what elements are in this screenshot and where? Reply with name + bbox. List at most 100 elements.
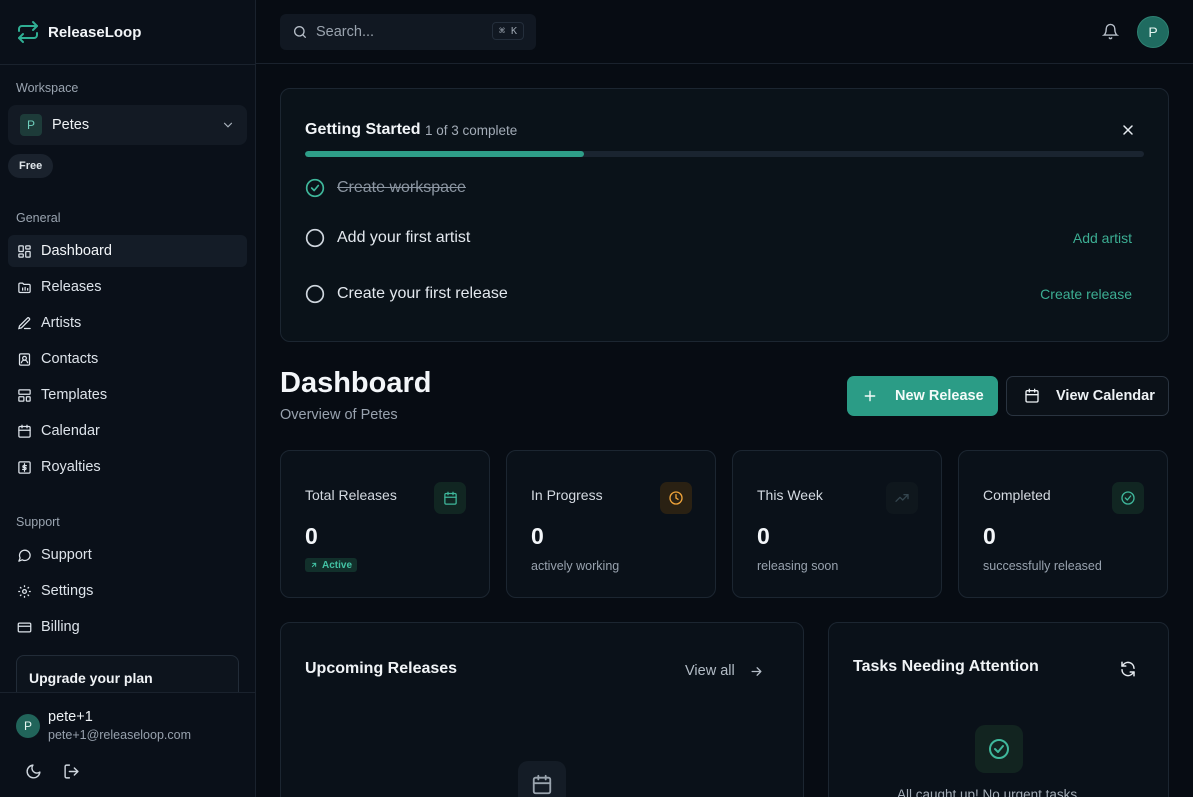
sidebar-item-billing[interactable]: Billing bbox=[8, 611, 247, 643]
bell-icon[interactable] bbox=[1102, 23, 1119, 40]
stat-card-completed: Completed 0 successfully released bbox=[958, 450, 1168, 598]
empty-circle-icon[interactable] bbox=[305, 228, 325, 248]
sidebar-item-artists[interactable]: Artists bbox=[8, 307, 247, 339]
sidebar-item-templates[interactable]: Templates bbox=[8, 379, 247, 411]
search-shortcut: ⌘ K bbox=[491, 22, 524, 40]
page-subtitle: Overview of Petes bbox=[280, 407, 398, 423]
create-release-link[interactable]: Create release bbox=[1040, 286, 1132, 302]
getting-started-title: Getting Started bbox=[305, 121, 421, 138]
brand[interactable]: ReleaseLoop bbox=[0, 0, 255, 65]
sidebar-item-label: Support bbox=[41, 547, 92, 563]
tasks-needing-attention-card: Tasks Needing Attention All caught up! N… bbox=[828, 622, 1169, 797]
support-section-label: Support bbox=[16, 515, 60, 529]
step-create-workspace: Create workspace bbox=[305, 174, 1144, 202]
search-box[interactable]: ⌘ K bbox=[280, 14, 536, 50]
stat-label: Completed bbox=[983, 487, 1051, 503]
upcoming-releases-title: Upcoming Releases bbox=[305, 660, 458, 677]
general-section-label: General bbox=[16, 211, 61, 225]
stat-card-in-progress: In Progress 0 actively working bbox=[506, 450, 716, 598]
view-all-label: View all bbox=[685, 663, 735, 679]
stat-subtext: successfully released bbox=[983, 559, 1102, 573]
credit-card-icon bbox=[17, 620, 32, 635]
step-add-artist: Add your first artist Add artist bbox=[305, 224, 1144, 252]
new-release-button[interactable]: New Release bbox=[847, 376, 998, 416]
user-avatar[interactable]: P bbox=[16, 714, 40, 738]
progress-fill bbox=[305, 151, 585, 157]
empty-circle-icon[interactable] bbox=[305, 284, 325, 304]
sidebar-item-calendar[interactable]: Calendar bbox=[8, 415, 247, 447]
sidebar-item-label: Templates bbox=[41, 387, 108, 403]
getting-started-progress-bar bbox=[305, 151, 1144, 157]
clock-icon bbox=[660, 482, 692, 514]
stat-card-total-releases: Total Releases 0 Active bbox=[280, 450, 490, 598]
plan-badge: Free bbox=[8, 154, 54, 178]
logout-icon[interactable] bbox=[63, 763, 81, 781]
trending-up-icon bbox=[886, 482, 918, 514]
sidebar-item-settings[interactable]: Settings bbox=[8, 575, 247, 607]
gear-icon bbox=[17, 584, 32, 599]
new-release-label: New Release bbox=[895, 388, 984, 404]
sidebar-item-label: Contacts bbox=[41, 351, 99, 367]
search-input[interactable] bbox=[316, 24, 476, 40]
user-avatar-button[interactable]: P bbox=[1137, 16, 1169, 48]
stat-subtext: releasing soon bbox=[757, 559, 839, 573]
moon-icon[interactable] bbox=[25, 763, 43, 781]
add-artist-link[interactable]: Add artist bbox=[1073, 230, 1132, 246]
stat-label: Total Releases bbox=[305, 487, 397, 503]
sidebar-item-label: Artists bbox=[41, 315, 82, 331]
artists-icon bbox=[17, 316, 32, 331]
step-label: Add your first artist bbox=[337, 229, 471, 246]
check-circle-icon bbox=[305, 178, 325, 198]
calendar-icon bbox=[434, 482, 466, 514]
user-profile: P pete+1 pete+1@releaseloop.com bbox=[0, 692, 255, 797]
sidebar-item-contacts[interactable]: Contacts bbox=[8, 343, 247, 375]
upcoming-releases-card: Upcoming Releases View all bbox=[280, 622, 804, 797]
brand-name: ReleaseLoop bbox=[48, 23, 142, 41]
plus-icon bbox=[863, 389, 877, 403]
page-title: Dashboard bbox=[280, 367, 432, 399]
sidebar-item-label: Calendar bbox=[41, 423, 100, 439]
sidebar-item-label: Billing bbox=[41, 619, 80, 635]
check-circle-icon bbox=[1112, 482, 1144, 514]
view-all-link[interactable]: View all bbox=[685, 663, 764, 679]
chevron-down-icon bbox=[221, 118, 235, 132]
refresh-icon[interactable] bbox=[1119, 660, 1137, 678]
workspace-avatar: P bbox=[20, 114, 42, 136]
close-icon[interactable] bbox=[1120, 122, 1136, 138]
getting-started-card: Getting Started 1 of 3 complete Create w… bbox=[280, 88, 1169, 342]
stat-value: 0 bbox=[531, 523, 544, 549]
calendar-icon bbox=[518, 761, 566, 797]
search-icon bbox=[292, 24, 308, 40]
calendar-icon bbox=[1024, 388, 1040, 404]
sidebar-item-support[interactable]: Support bbox=[8, 539, 247, 571]
royalties-icon bbox=[17, 460, 32, 475]
tasks-title: Tasks Needing Attention bbox=[853, 658, 1039, 675]
view-calendar-button[interactable]: View Calendar bbox=[1006, 376, 1169, 416]
workspace-selector[interactable]: P Petes bbox=[8, 105, 247, 145]
chat-icon bbox=[17, 548, 32, 563]
dashboard-icon bbox=[17, 244, 32, 259]
stat-label: This Week bbox=[757, 487, 823, 503]
releases-icon bbox=[17, 280, 32, 295]
step-create-release: Create your first release Create release bbox=[305, 280, 1144, 308]
step-label: Create your first release bbox=[337, 285, 508, 302]
stat-value: 0 bbox=[983, 523, 996, 549]
stat-value: 0 bbox=[305, 523, 318, 549]
calendar-icon bbox=[17, 424, 32, 439]
sidebar: ReleaseLoop Workspace P Petes Free Gener… bbox=[0, 0, 256, 797]
tasks-empty-text: All caught up! No urgent tasks bbox=[897, 787, 1078, 797]
sidebar-item-releases[interactable]: Releases bbox=[8, 271, 247, 303]
user-name: pete+1 bbox=[48, 709, 93, 725]
sidebar-item-royalties[interactable]: Royalties bbox=[8, 451, 247, 483]
sidebar-item-label: Settings bbox=[41, 583, 94, 599]
status-badge: Active bbox=[305, 558, 358, 572]
sidebar-item-dashboard[interactable]: Dashboard bbox=[8, 235, 247, 267]
arrow-up-right-icon bbox=[310, 561, 318, 569]
badge-label: Active bbox=[322, 559, 353, 571]
getting-started-progress-label: 1 of 3 complete bbox=[425, 123, 518, 138]
step-label: Create workspace bbox=[337, 179, 466, 196]
workspace-label: Workspace bbox=[16, 81, 79, 95]
topbar: ⌘ K P bbox=[256, 0, 1193, 64]
sidebar-item-label: Royalties bbox=[41, 459, 101, 475]
arrow-right-icon bbox=[749, 664, 764, 679]
